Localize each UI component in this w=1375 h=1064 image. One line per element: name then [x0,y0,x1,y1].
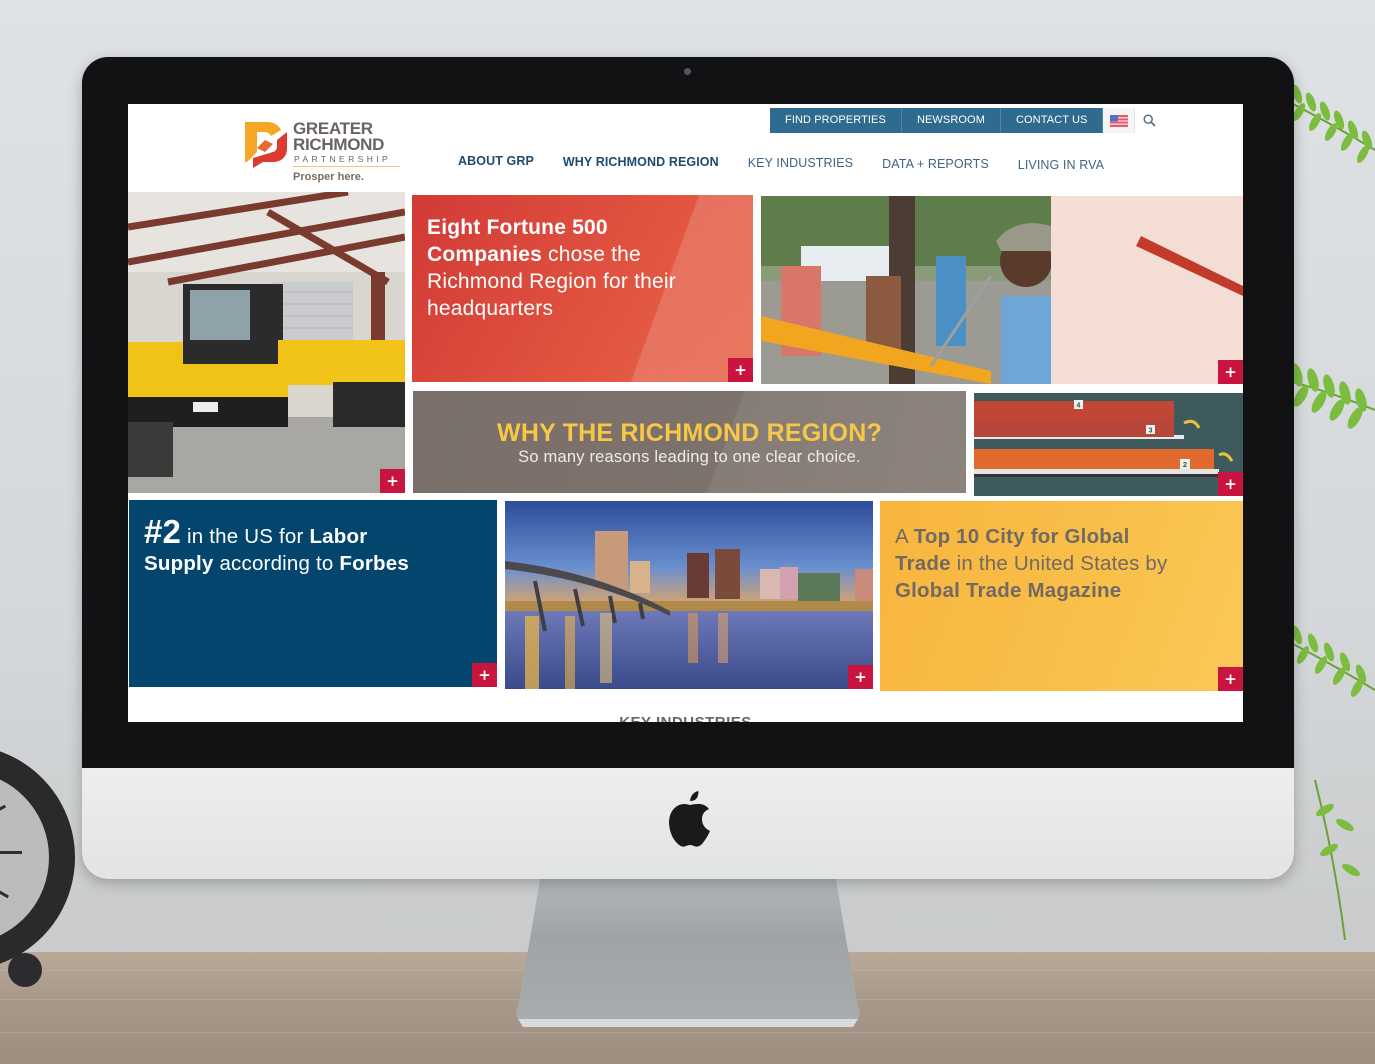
labor-supply-text: #2 in the US for Labor Supply according … [144,515,484,577]
clock-foot [8,953,42,987]
fortune-bold-1: Eight Fortune 500 [427,216,608,239]
trade-bold-2: Trade [895,552,951,575]
tile-skyline-photo[interactable]: + [505,501,873,689]
labor-bold-3: Forbes [339,552,409,575]
utility-nav: FIND PROPERTIES NEWSROOM CONTACT US [770,108,1164,133]
tile-global-trade[interactable]: A Top 10 City for Global Trade in the Un… [880,501,1243,691]
tile-labor-supply[interactable]: #2 in the US for Labor Supply according … [129,500,497,687]
richmond-skyline-image [505,501,873,689]
trade-text-1: A [895,525,914,548]
street-performer-image [761,196,1243,384]
us-flag-icon [1109,114,1128,127]
main-nav: ABOUT GRP WHY RICHMOND REGION KEY INDUST… [458,154,1133,172]
fortune-500-text: Eight Fortune 500 Companies chose the Ri… [427,214,727,322]
labor-text-2: according to [213,552,340,575]
nav-data-reports[interactable]: DATA + REPORTS [882,157,989,172]
logo-divider [293,166,400,167]
nav-about-grp[interactable]: ABOUT GRP [458,154,534,172]
tile-why-richmond-region[interactable]: WHY THE RICHMOND REGION? So many reasons… [413,391,966,493]
tile-fortune-500[interactable]: Eight Fortune 500 Companies chose the Ri… [412,195,753,382]
nav-living-in-rva[interactable]: LIVING IN RVA [1018,158,1104,172]
fortune-rest-1: chose the [542,243,641,266]
fern-plant-decoration [1285,84,1375,940]
contact-us-link[interactable]: CONTACT US [1000,108,1104,133]
expand-plus-button[interactable]: + [380,469,405,493]
global-trade-text: A Top 10 City for Global Trade in the Un… [895,523,1235,604]
expand-plus-button[interactable]: + [728,358,753,382]
search-button[interactable] [1135,108,1164,133]
newsroom-link[interactable]: NEWSROOM [901,108,1001,133]
webcam-dot [684,68,691,75]
fortune-rest-2: Richmond Region for their [427,270,676,293]
language-selector[interactable] [1103,108,1136,133]
why-richmond-title: WHY THE RICHMOND REGION? [497,419,882,447]
expand-plus-button[interactable]: + [848,665,873,689]
equipment-warehouse-image [128,192,405,493]
fortune-rest-3: headquarters [427,297,554,320]
trade-bold-1: Top 10 City for Global [913,525,1130,548]
logo-line-richmond: RICHMOND [293,135,385,154]
monitor-stand [516,879,860,1027]
nav-key-industries[interactable]: KEY INDUSTRIES [748,156,853,172]
labor-bold-2: Supply [144,552,214,575]
trade-bold-3: Global Trade Magazine [895,579,1122,602]
expand-plus-button[interactable]: + [1218,360,1243,384]
boat-number-3: 3 [1149,428,1153,435]
labor-rank: #2 [144,513,182,550]
expand-plus-button[interactable]: + [1218,667,1243,691]
trade-text-2: in the United States by [950,552,1168,575]
site-logo[interactable]: GREATER RICHMOND PARTNERSHIP Prosper her… [243,116,408,186]
find-properties-link[interactable]: FIND PROPERTIES [770,108,902,133]
key-industries-heading: KEY INDUSTRIES [128,714,1243,722]
grp-logo-mark-icon [245,122,287,168]
fortune-bold-2: Companies [427,243,542,266]
labor-bold-1: Labor [309,525,368,548]
expand-plus-button[interactable]: + [472,663,497,687]
search-icon [1143,114,1156,127]
tile-equipment-photo[interactable]: + [128,192,405,493]
apple-logo-icon [669,791,710,847]
dragon-boat-race-image: 4 3 2 [974,393,1243,496]
logo-tagline: Prosper here. [293,171,364,183]
labor-text-1: in the US for [181,525,310,548]
why-richmond-subtitle: So many reasons leading to one clear cho… [518,448,861,466]
logo-line-partnership: PARTNERSHIP [294,154,392,164]
tile-dragon-boat-photo[interactable]: 4 3 2 + [974,393,1243,496]
clock-decoration [0,745,75,970]
nav-why-richmond-region[interactable]: WHY RICHMOND REGION [563,155,719,172]
expand-plus-button[interactable]: + [1218,472,1243,496]
boat-number-2: 2 [1183,460,1187,469]
tile-street-music-photo[interactable]: + [761,196,1243,384]
website-viewport: GREATER RICHMOND PARTNERSHIP Prosper her… [128,104,1243,722]
boat-number-4: 4 [1077,403,1081,410]
